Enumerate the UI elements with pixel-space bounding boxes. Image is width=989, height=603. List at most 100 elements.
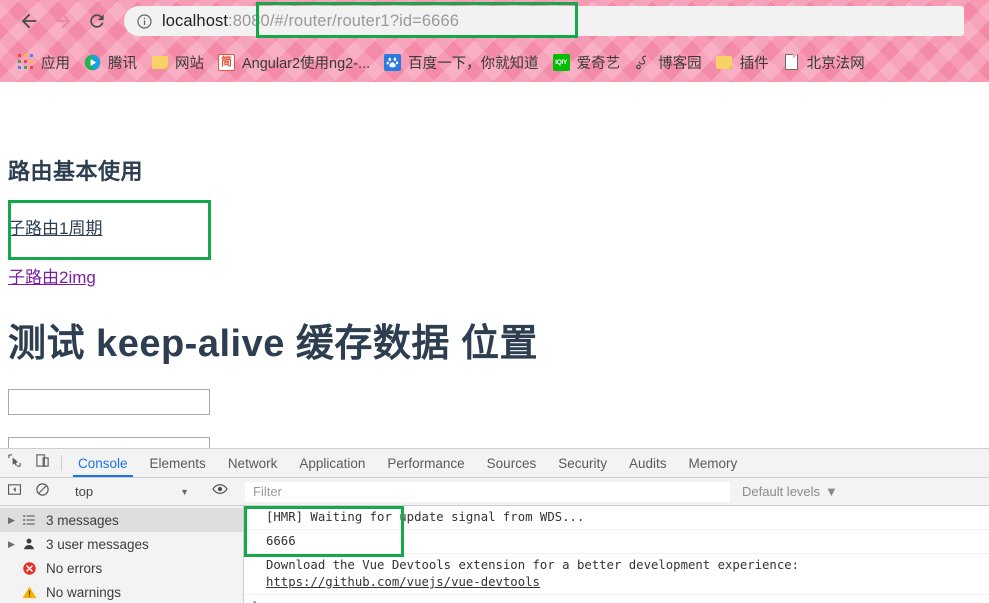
log-levels-label: Default levels — [742, 484, 821, 499]
error-icon — [22, 561, 44, 576]
keepalive-input-2[interactable] — [8, 437, 210, 448]
tab-security[interactable]: Security — [547, 449, 618, 477]
info-circle-icon[interactable] — [136, 13, 153, 30]
bookmark-angular2-ng2[interactable]: 简 Angular2使用ng2-... — [211, 48, 377, 76]
bookmark-tencent[interactable]: 腾讯 — [77, 48, 144, 76]
browser-toolbar: localhost:8080/#/router/router1?id=6666 — [0, 0, 989, 42]
console-sidebar-toggle-button[interactable] — [0, 482, 28, 502]
address-bar-url: localhost:8080/#/router/router1?id=6666 — [162, 12, 459, 31]
jianshu-icon: 简 — [218, 53, 235, 71]
sidebar-item-label: No errors — [46, 560, 103, 576]
bookmark-label: Angular2使用ng2-... — [242, 55, 371, 72]
folder-icon — [151, 54, 168, 71]
execution-context-value: top — [75, 484, 94, 499]
tab-performance[interactable]: Performance — [376, 449, 475, 477]
route-link-child2[interactable]: 子路由2img — [8, 263, 96, 288]
address-bar-path: :8080/#/router/router1?id=6666 — [228, 11, 459, 30]
bookmark-apps[interactable]: 应用 — [10, 48, 77, 76]
tab-memory[interactable]: Memory — [678, 449, 749, 477]
sidebar-item-errors[interactable]: No errors — [0, 556, 243, 580]
tab-network[interactable]: Network — [217, 449, 289, 477]
toolbar-divider — [61, 455, 62, 471]
bookmarks-bar: 应用 腾讯 网站 简 Angular2使用ng2-... 百度一下，你就知道 I… — [0, 42, 989, 82]
inspect-element-button[interactable] — [0, 449, 28, 477]
bookmark-label: 插件 — [739, 55, 769, 72]
route-link-child1[interactable]: 子路由1周期 — [8, 214, 102, 239]
forward-button[interactable] — [46, 4, 80, 38]
tab-audits[interactable]: Audits — [618, 449, 678, 477]
chevron-down-icon: ▼ — [180, 486, 189, 497]
bookmark-baidu[interactable]: 百度一下，你就知道 — [377, 48, 546, 76]
console-output[interactable]: [HMR] Waiting for update signal from WDS… — [244, 506, 989, 603]
page-content: 路由基本使用 子路由1周期 子路由2img 测试 keep-alive 缓存数据… — [0, 82, 989, 448]
clear-console-icon — [35, 482, 50, 502]
console-message: Download the Vue Devtools extension for … — [244, 554, 989, 595]
reload-icon — [87, 11, 107, 31]
bookmark-beijing-fawang[interactable]: 北京法网 — [776, 48, 872, 76]
route-link-list: 子路由1周期 子路由2img — [8, 214, 981, 288]
folder-icon — [716, 54, 733, 71]
bookmark-label: 北京法网 — [806, 55, 865, 72]
tab-sources[interactable]: Sources — [476, 449, 548, 477]
back-arrow-icon — [18, 10, 40, 32]
bookmark-iqiyi[interactable]: IQIY 爱奇艺 — [546, 48, 628, 76]
back-button[interactable] — [12, 4, 46, 38]
sidebar-toggle-icon — [7, 482, 22, 502]
console-body: ▶ 3 messages ▶ 3 user messages No errors… — [0, 506, 989, 603]
bookmark-folder-websites[interactable]: 网站 — [144, 48, 211, 76]
sidebar-item-label: 3 user messages — [46, 536, 149, 552]
cnblogs-icon — [634, 54, 651, 71]
person-icon — [22, 537, 44, 551]
section-heading: 路由基本使用 — [8, 159, 144, 184]
list-icon — [22, 513, 44, 527]
console-filter-input[interactable] — [245, 481, 730, 502]
chevron-right-icon[interactable]: ▶ — [8, 515, 22, 526]
sidebar-item-warnings[interactable]: No warnings — [0, 580, 243, 603]
sidebar-item-user-messages[interactable]: ▶ 3 user messages — [0, 532, 243, 556]
console-message-link[interactable]: https://github.com/vuejs/vue-devtools — [266, 575, 540, 589]
bookmark-label: 百度一下，你就知道 — [408, 55, 539, 72]
bookmark-folder-plugins[interactable]: 插件 — [709, 48, 776, 76]
address-bar[interactable]: localhost:8080/#/router/router1?id=6666 — [124, 6, 964, 36]
chevron-down-icon: ▼ — [825, 484, 838, 499]
sidebar-item-label: No warnings — [46, 584, 122, 600]
bookmark-label: 腾讯 — [108, 55, 137, 72]
address-bar-host: localhost — [162, 11, 229, 30]
bookmark-label: 网站 — [175, 55, 204, 72]
tencent-video-icon — [84, 54, 101, 71]
bookmark-label: 爱奇艺 — [576, 55, 621, 72]
sidebar-item-label: 3 messages — [46, 512, 119, 528]
iqiyi-icon: IQIY — [552, 53, 570, 71]
execution-context-select[interactable]: top ▼ — [67, 484, 195, 499]
devtools-panel: Console Elements Network Application Per… — [0, 448, 989, 603]
console-message: [HMR] Waiting for update signal from WDS… — [244, 506, 989, 530]
device-toolbar-button[interactable] — [28, 449, 56, 477]
tab-application[interactable]: Application — [288, 449, 376, 477]
prompt-chevron-icon: ❯ — [252, 598, 260, 603]
sidebar-item-messages[interactable]: ▶ 3 messages — [0, 508, 243, 532]
tab-elements[interactable]: Elements — [139, 449, 217, 477]
page-icon — [783, 54, 800, 71]
console-sidebar: ▶ 3 messages ▶ 3 user messages No errors… — [0, 506, 244, 603]
chevron-right-icon[interactable]: ▶ — [8, 539, 22, 550]
log-levels-select[interactable]: Default levels ▼ — [734, 484, 846, 499]
bookmark-cnblogs[interactable]: 博客园 — [627, 48, 709, 76]
bookmark-label: 博客园 — [658, 55, 702, 72]
clear-console-button[interactable] — [28, 482, 56, 502]
forward-arrow-icon — [52, 10, 74, 32]
bookmark-label: 应用 — [41, 55, 70, 72]
warning-icon — [22, 585, 44, 600]
devtools-tabbar: Console Elements Network Application Per… — [0, 449, 989, 478]
live-expression-button[interactable] — [206, 481, 234, 502]
tab-console[interactable]: Console — [67, 449, 139, 477]
apps-grid-icon — [17, 54, 34, 71]
reload-button[interactable] — [80, 4, 114, 38]
console-message: 6666 — [244, 530, 989, 554]
inspect-element-icon — [7, 453, 22, 473]
console-prompt[interactable]: ❯ — [244, 595, 989, 603]
console-message-text: Download the Vue Devtools extension for … — [266, 558, 800, 572]
baidu-icon — [384, 53, 402, 71]
keepalive-input-1[interactable] — [8, 389, 210, 415]
device-toolbar-icon — [35, 453, 50, 473]
live-expression-eye-icon — [212, 481, 228, 502]
